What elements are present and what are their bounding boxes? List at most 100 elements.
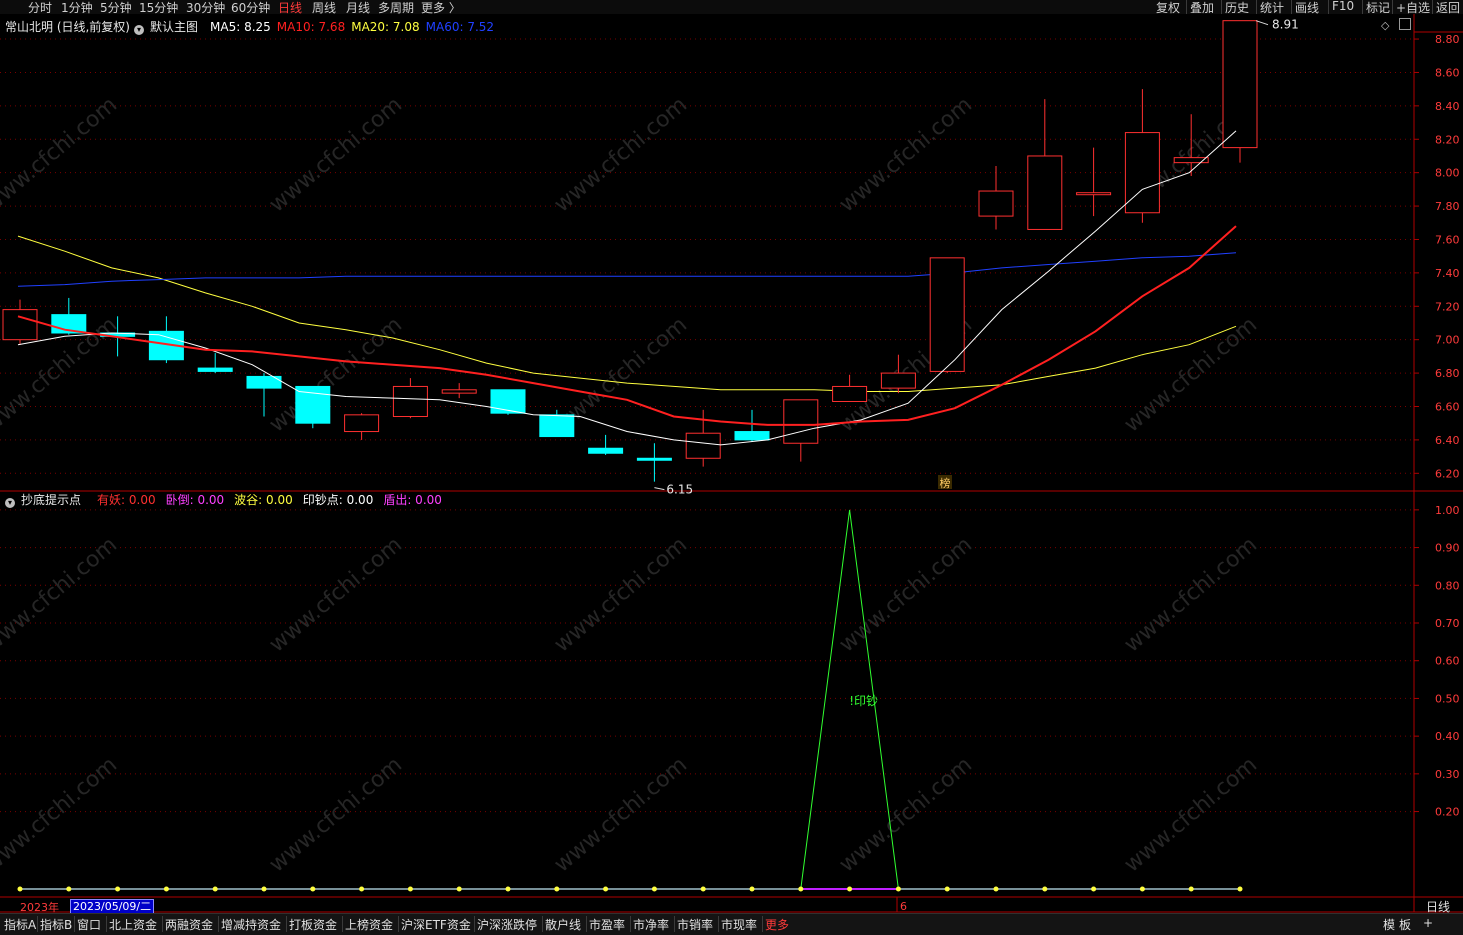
tab-separator [762,916,763,932]
ma-line-ma60 [17,252,1237,287]
watermark-text: www.cfchi.com [550,92,692,217]
signal-dot [944,886,950,892]
signal-line [20,509,1240,890]
candle-body-up [832,385,868,402]
candle-body-up [441,389,477,394]
tab-separator [162,916,163,932]
signal-dot [895,886,901,892]
signal-dot [700,886,706,892]
bottom-right-button-2[interactable]: + [1423,916,1433,930]
bang-badge: 榜 [940,476,951,490]
signal-dot [66,886,72,892]
tab-separator [37,916,38,932]
signal-label: !印钞 [849,693,878,708]
watermark-text: www.cfchi.com [1120,312,1262,437]
watermark-text: www.cfchi.com [0,532,122,657]
chart-canvas[interactable]: 8.80 8.60 8.40 8.20 8.00 7.80 7.60 7.40 7.20 7.00… [0,0,1463,934]
signal-dot [505,886,511,892]
bottom-tab-13[interactable]: 市销率 [677,916,713,933]
candle-body-down [197,367,233,372]
tab-separator [542,916,543,932]
signal-dot [1139,886,1145,892]
main-ytick-label: 8.60 [1435,66,1460,79]
signal-dot [163,886,169,892]
bottom-tab-8[interactable]: 沪深ETF资金 [401,916,471,933]
watermark-text: www.cfchi.com [0,752,122,877]
signal-dot [17,886,23,892]
watermark-text: www.cfchi.com [0,92,122,217]
watermark-text: www.cfchi.com [265,752,407,877]
signal-dot [212,886,218,892]
tab-separator [630,916,631,932]
low-marker-line [654,487,665,491]
signal-dot [847,886,853,892]
candle-body-up [2,309,38,341]
cursor-date: 2023/05/09/二 [70,899,155,914]
bottom-tab-15[interactable]: 更多 [765,916,789,933]
ma-line-ma10 [17,225,1237,426]
main-ytick-label: 7.40 [1435,267,1460,280]
main-ytick-label: 6.80 [1435,367,1460,380]
bottom-right-button-0[interactable]: 模 [1383,916,1395,933]
main-ytick-label: 8.40 [1435,100,1460,113]
signal-dot [310,886,316,892]
candle-body-up [929,257,965,372]
signal-dot [749,886,755,892]
candle-body-down [588,447,624,454]
bottom-tab-7[interactable]: 上榜资金 [345,916,393,933]
high-marker-line [1255,20,1269,26]
main-ytick-label: 6.60 [1435,400,1460,413]
watermark-text: www.cfchi.com [265,532,407,657]
candle-body-down [734,431,770,441]
signal-dot [993,886,999,892]
tab-separator [106,916,107,932]
watermark-text: www.cfchi.com [550,532,692,657]
bottom-tab-4[interactable]: 两融资金 [165,916,213,933]
watermark-text: www.cfchi.com [550,752,692,877]
bottom-tab-3[interactable]: 北上资金 [109,916,157,933]
bottom-tab-12[interactable]: 市净率 [633,916,669,933]
bottom-tab-9[interactable]: 沪深涨跌停 [477,916,537,933]
bottom-tab-14[interactable]: 市现率 [721,916,757,933]
bottom-tab-0[interactable]: 指标A [4,916,36,933]
bottom-tab-11[interactable]: 市盈率 [589,916,625,933]
candle-body-up [1124,132,1160,214]
tab-separator [286,916,287,932]
tab-separator [342,916,343,932]
bottom-tab-1[interactable]: 指标B [40,916,72,933]
signal-dot [603,886,609,892]
sub-ytick-label: 0.30 [1435,768,1460,781]
bottom-tab-10[interactable]: 散户线 [545,916,581,933]
candle-body-up [1222,20,1258,149]
candle-body-up [783,399,819,444]
tab-separator [74,916,75,932]
signal-dot [1042,886,1048,892]
main-ytick-label: 6.20 [1435,467,1460,480]
candle-body-up [1027,155,1063,230]
tab-separator [718,916,719,932]
sub-ytick-label: 1.00 [1435,504,1460,517]
candle-body-up [344,414,380,433]
tab-separator [474,916,475,932]
signal-dot [554,886,560,892]
sub-ytick-label: 0.90 [1435,542,1460,555]
sub-ytick-label: 0.20 [1435,806,1460,819]
main-ytick-label: 8.00 [1435,167,1460,180]
main-ytick-label: 8.20 [1435,133,1460,146]
signal-dot [1188,886,1194,892]
sub-ytick-label: 0.70 [1435,617,1460,630]
bottom-right-button-1[interactable]: 板 [1399,916,1411,933]
watermark-text: www.cfchi.com [265,312,407,437]
bottom-tab-6[interactable]: 打板资金 [289,916,337,933]
watermark-text: www.cfchi.com [835,752,977,877]
signal-dot [359,886,365,892]
signal-dot [407,886,413,892]
bottom-tab-5[interactable]: 增减持资金 [221,916,281,933]
watermark-text: www.cfchi.com [1120,752,1262,877]
bottom-tab-2[interactable]: 窗口 [77,916,101,933]
candle-body-down [539,414,575,438]
tab-separator [398,916,399,932]
bottom-tabbar: 指标A 指标B 窗口 北上资金 两融资金 增减持资金 打板资金 上榜资金 沪深ETF资金 沪深涨跌… [0,913,1463,935]
candle-body-down [490,389,526,414]
signal-dot [651,886,657,892]
